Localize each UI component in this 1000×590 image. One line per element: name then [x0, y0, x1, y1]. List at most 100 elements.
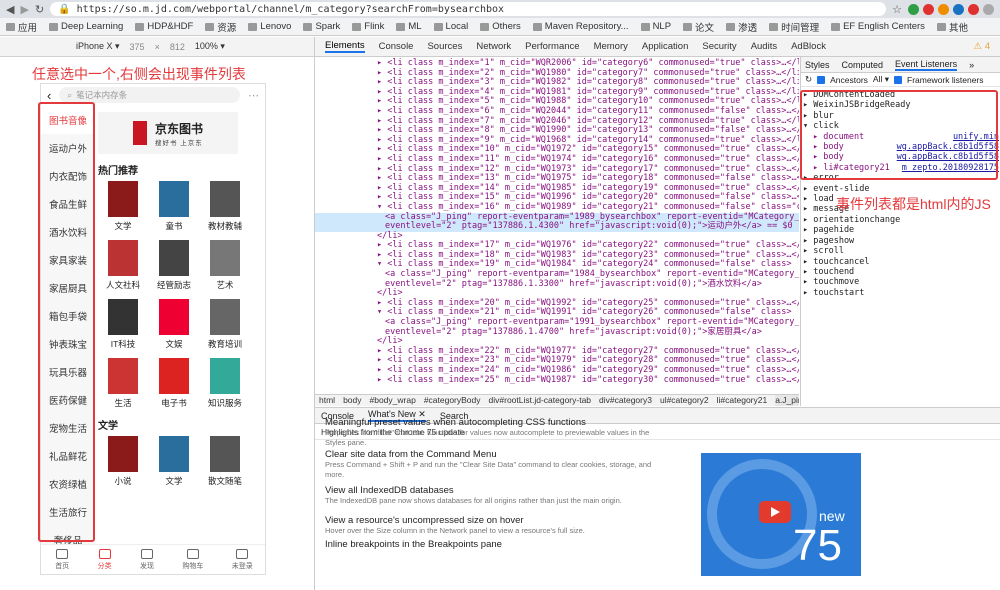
breadcrumb-item[interactable]: a.J_ping	[775, 395, 799, 406]
refresh-icon[interactable]: ↻	[805, 74, 812, 85]
url-field[interactable]: 🔒 https://so.m.jd.com/webportal/channel/m…	[50, 2, 887, 16]
ancestors-checkbox[interactable]	[817, 75, 826, 84]
more-icon[interactable]: ⋯	[248, 89, 259, 102]
event-item[interactable]: ▸ event-slide	[803, 184, 1000, 194]
breadcrumb-item[interactable]: li#category21	[717, 395, 768, 406]
tabbar-item[interactable]: 分类	[97, 548, 112, 571]
warning-count[interactable]: ⚠ 4	[974, 41, 990, 52]
extension-icons[interactable]	[908, 3, 994, 15]
devtools-tab[interactable]: Elements	[325, 40, 365, 53]
bookmark-item[interactable]: 渗透	[726, 20, 757, 34]
annotation-right: 事件列表都是html内的JS	[836, 196, 991, 212]
bookmark-item[interactable]: NLP	[640, 21, 671, 32]
bookmark-item[interactable]: 论文	[683, 20, 714, 34]
back-icon[interactable]: ◀	[6, 3, 14, 16]
bookmark-item[interactable]: EF English Centers	[831, 21, 925, 32]
whats-new-item[interactable]: View a resource's uncompressed size on h…	[325, 515, 655, 536]
chrome-75-promo[interactable]: new 75	[701, 453, 861, 576]
bookmark-item[interactable]: 时间管理	[769, 20, 819, 34]
event-item[interactable]: ▸ scroll	[803, 246, 1000, 256]
tabbar-item[interactable]: 首页	[55, 548, 69, 571]
product-cell[interactable]: 童书	[149, 181, 199, 232]
tabbar-label: 分类	[97, 562, 112, 570]
sidebar-tab[interactable]: »	[969, 60, 974, 70]
banner[interactable]: 京东图书 搜好书 上京东	[98, 112, 238, 154]
product-cell[interactable]: IT科技	[98, 299, 148, 350]
bookmark-item[interactable]: Maven Repository...	[532, 21, 629, 32]
event-item[interactable]: ▸ touchmove	[803, 277, 1000, 287]
bookmark-item[interactable]: 应用	[6, 20, 37, 34]
forward-icon[interactable]: ▶	[20, 3, 28, 16]
devtools-tab[interactable]: Console	[379, 41, 414, 52]
breadcrumb-item[interactable]: body	[343, 395, 361, 406]
event-item[interactable]: ▸ touchstart	[803, 288, 1000, 298]
cover-image	[159, 358, 189, 394]
product-cell[interactable]: 文娱	[149, 299, 199, 350]
tabbar-item[interactable]: 发现	[139, 548, 154, 571]
zoom-select[interactable]: 100% ▾	[195, 41, 225, 52]
whats-new-item[interactable]: Meaningful preset values when autocomple…	[325, 417, 655, 447]
dom-node-line[interactable]: ▸ <li class m_index="25" m_cid="WQ1987" …	[315, 375, 799, 386]
elements-tree[interactable]: ▸ <li class m_index="1" m_cid="WQR2006" …	[315, 57, 799, 393]
whats-new-item[interactable]: Inline breakpoints in the Breakpoints pa…	[325, 539, 655, 550]
sidebar-tab[interactable]: Computed	[842, 60, 884, 70]
breadcrumb-item[interactable]: div#category3	[599, 395, 652, 406]
breadcrumb-item[interactable]: #categoryBody	[424, 395, 481, 406]
search-box[interactable]: ⌕ 笔记本内存条	[59, 87, 240, 103]
devtools-tab[interactable]: Application	[642, 41, 688, 52]
filter-select[interactable]: All ▾	[873, 74, 889, 85]
devtools-tab[interactable]: Security	[702, 41, 736, 52]
devtools-tab[interactable]: Memory	[594, 41, 628, 52]
bookmark-star-icon[interactable]: ☆	[892, 3, 902, 16]
devtools-tab[interactable]: Performance	[525, 41, 579, 52]
device-select[interactable]: iPhone X ▾	[76, 41, 120, 52]
device-width[interactable]: 375	[130, 42, 145, 52]
framework-checkbox[interactable]	[894, 75, 902, 84]
product-cell[interactable]: 散文随笔	[200, 436, 250, 487]
product-cell[interactable]: 知识服务	[200, 358, 250, 409]
event-item[interactable]: ▸ pagehide	[803, 225, 1000, 235]
bookmark-item[interactable]: 其他	[936, 20, 968, 34]
bookmark-item[interactable]: Spark	[303, 21, 340, 32]
device-height[interactable]: 812	[170, 42, 185, 52]
bookmark-item[interactable]: Others	[480, 21, 521, 32]
devtools-tab[interactable]: Network	[476, 41, 511, 52]
tabbar-label: 发现	[139, 562, 154, 570]
tabbar-item[interactable]: 购物车	[182, 548, 203, 571]
bookmark-item[interactable]: Lenovo	[248, 21, 291, 32]
event-item[interactable]: ▸ touchend	[803, 267, 1000, 277]
product-cell[interactable]: 艺术	[200, 240, 250, 291]
bookmark-item[interactable]: 资源	[205, 20, 236, 34]
reload-icon[interactable]: ↻	[35, 3, 44, 16]
product-cell[interactable]: 教育培训	[200, 299, 250, 350]
product-cell[interactable]: 小说	[98, 436, 148, 487]
bookmark-item[interactable]: HDP&HDF	[135, 21, 193, 32]
bookmark-item[interactable]: Flink	[352, 21, 384, 32]
product-cell[interactable]: 文学	[149, 436, 199, 487]
event-item[interactable]: ▸ pageshow	[803, 236, 1000, 246]
event-item[interactable]: ▸ orientationchange	[803, 215, 1000, 225]
breadcrumb-item[interactable]: ul#category2	[660, 395, 709, 406]
devtools-tab[interactable]: Audits	[751, 41, 777, 52]
sidebar-tab[interactable]: Event Listeners	[895, 59, 958, 71]
breadcrumb-item[interactable]: html	[319, 395, 335, 406]
sidebar-tab[interactable]: Styles	[805, 60, 830, 70]
product-cell[interactable]: 经管励志	[149, 240, 199, 291]
whats-new-item[interactable]: View all IndexedDB databases The IndexedD…	[325, 485, 655, 506]
product-cell[interactable]: 生活	[98, 358, 148, 409]
whats-new-item[interactable]: Clear site data from the Command Menu Pre…	[325, 449, 655, 479]
devtools-tab[interactable]: Sources	[427, 41, 462, 52]
tabbar-item[interactable]: 未登录	[232, 548, 253, 571]
breadcrumb-item[interactable]: div#rootList.jd-category-tab	[489, 395, 592, 406]
product-cell[interactable]: 人文社科	[98, 240, 148, 291]
event-item[interactable]: ▸ touchcancel	[803, 257, 1000, 267]
product-cell[interactable]: 教材教辅	[200, 181, 250, 232]
back-arrow-icon[interactable]: ‹	[47, 88, 51, 103]
bookmark-item[interactable]: Deep Learning	[49, 21, 123, 32]
product-cell[interactable]: 电子书	[149, 358, 199, 409]
devtools-tab[interactable]: AdBlock	[791, 41, 826, 52]
breadcrumb-item[interactable]: #body_wrap	[370, 395, 416, 406]
product-cell[interactable]: 文学	[98, 181, 148, 232]
bookmark-item[interactable]: Local	[433, 21, 468, 32]
bookmark-item[interactable]: ML	[396, 21, 422, 32]
